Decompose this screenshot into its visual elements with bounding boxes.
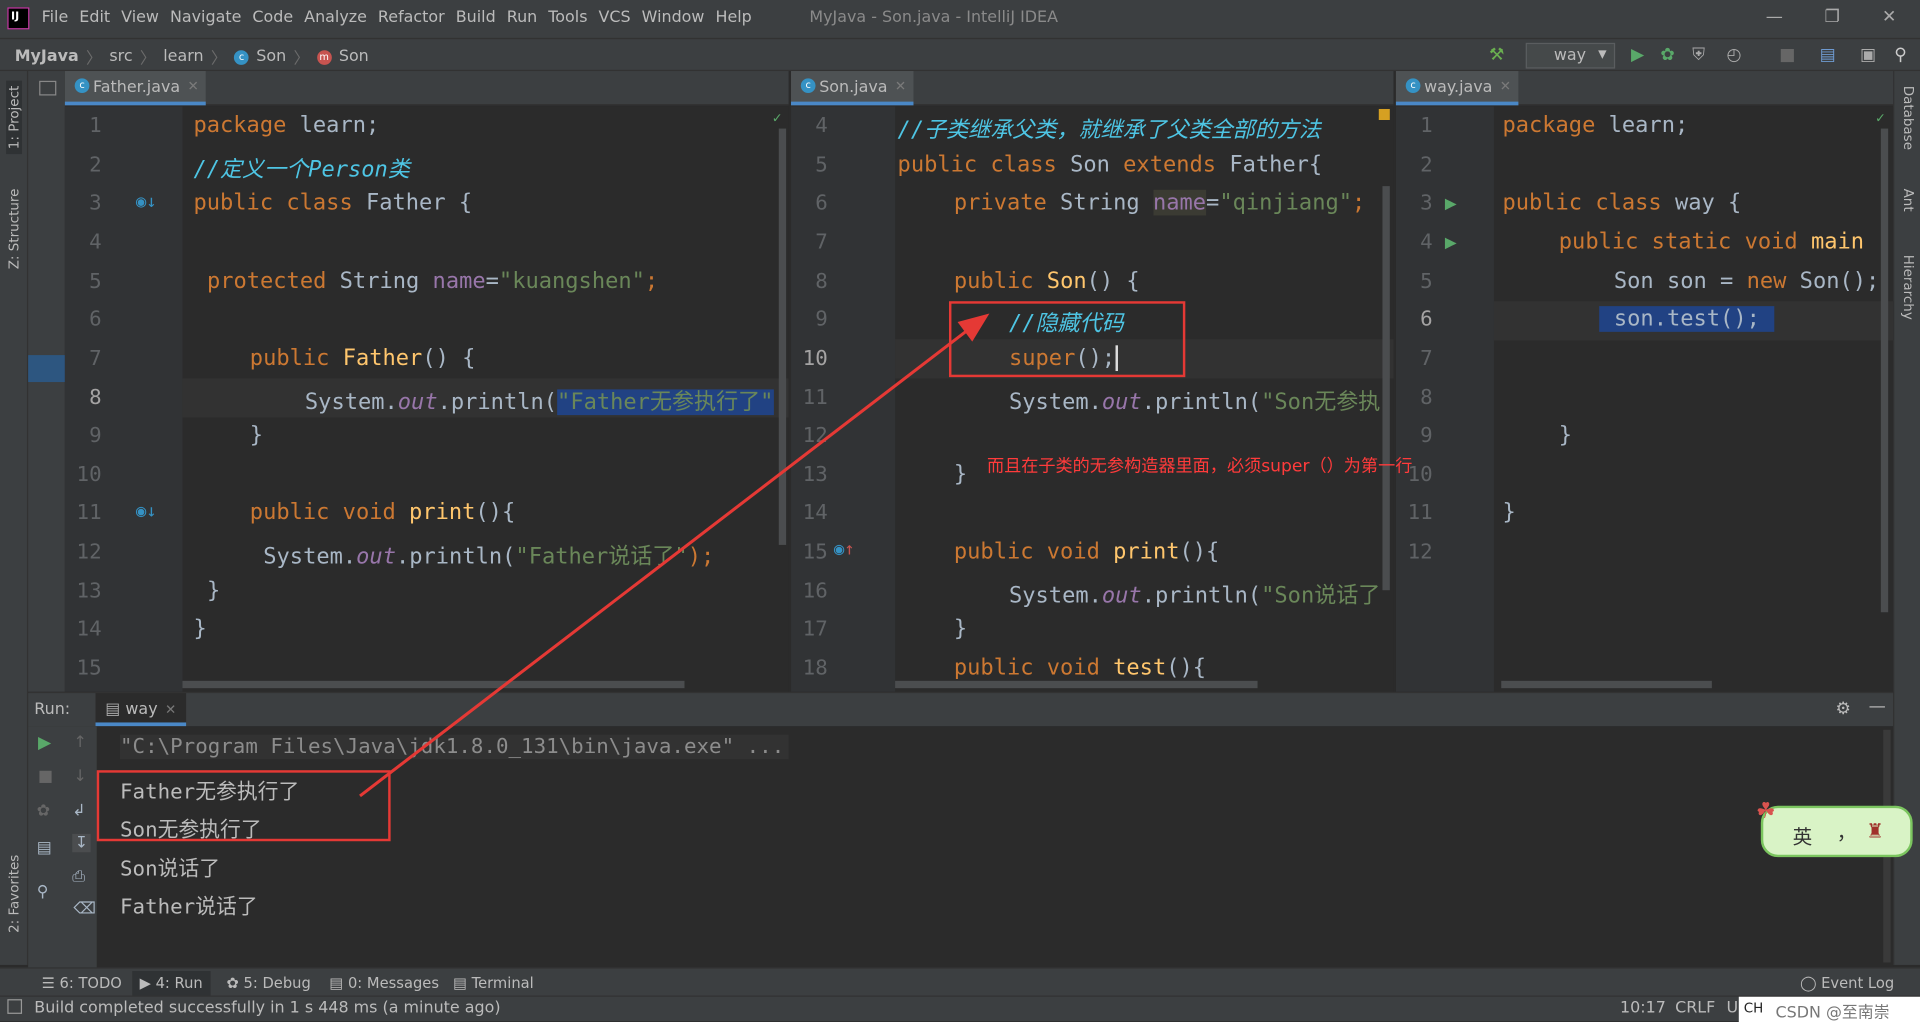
skin-shirt-icon[interactable]: ♜ xyxy=(1866,819,1884,842)
ime-toolbar[interactable]: ☘ 英 ， ♜ xyxy=(1756,798,1913,858)
ime-punctuation[interactable]: ， xyxy=(1837,816,1857,845)
annotation-arrow xyxy=(359,313,990,798)
ime-language[interactable]: 英 xyxy=(1793,820,1813,849)
mascot-icon: ☘ xyxy=(1755,798,1776,825)
